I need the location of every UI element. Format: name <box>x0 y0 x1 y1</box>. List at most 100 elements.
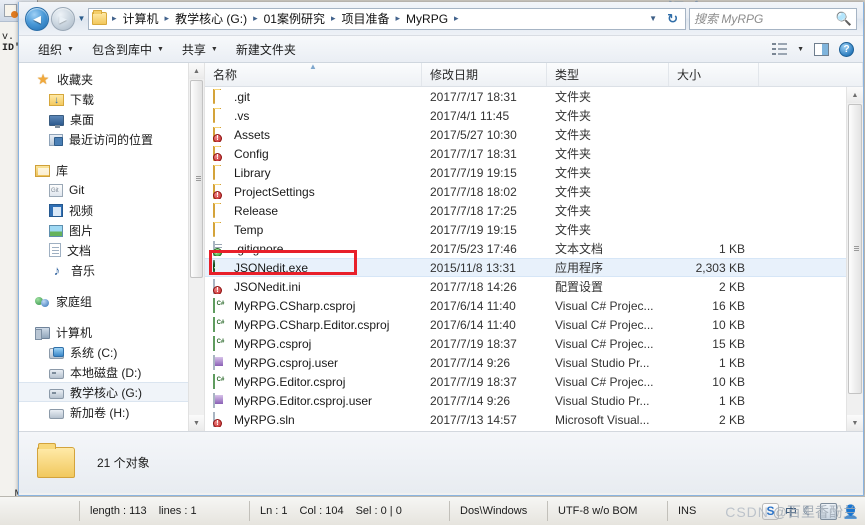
pictures-library-icon <box>49 225 63 237</box>
preview-pane-button[interactable] <box>809 41 834 58</box>
keyboard-icon[interactable] <box>819 502 837 520</box>
file-size-cell: 15 KB <box>712 336 745 351</box>
column-header-date[interactable]: 修改日期 <box>422 63 547 86</box>
breadcrumb-item-0[interactable]: 计算机 <box>120 9 162 28</box>
ime-mode-label[interactable]: 中 <box>785 503 797 520</box>
table-row[interactable]: MyRPG.Editor.csproj.user 2017/7/14 9:26 … <box>205 391 846 410</box>
sidebar-item-favorites[interactable]: ★ 收藏夹 <box>19 69 204 89</box>
status-insert-mode[interactable]: INS <box>668 501 726 521</box>
table-row[interactable]: .gitignore 2017/5/23 17:46 文本文档 1 KB <box>205 239 846 258</box>
file-name: MyRPG.csproj.user <box>234 355 339 370</box>
csproj-icon <box>213 336 228 351</box>
column-header-name[interactable]: ▲ 名称 <box>205 63 422 86</box>
moon-icon[interactable]: ☾ <box>803 504 814 518</box>
scroll-up-icon[interactable]: ▲ <box>847 87 863 103</box>
scroll-down-icon[interactable]: ▼ <box>189 415 204 431</box>
file-type-cell: Visual C# Projec... <box>555 336 654 351</box>
scroll-down-icon[interactable]: ▼ <box>847 415 863 431</box>
person-icon[interactable]: 👤 <box>843 503 859 520</box>
file-name-cell: MyRPG.csproj <box>205 336 422 351</box>
address-input[interactable]: ▸ 计算机 ▸ 教学核心 (G:) ▸ 01案例研究 ▸ 项目准备 ▸ MyRP… <box>88 7 686 30</box>
share-button[interactable]: 共享 ▼ <box>173 38 227 61</box>
table-row[interactable]: Release 2017/7/18 17:25 文件夹 <box>205 201 846 220</box>
search-box[interactable]: 搜索 MyRPG 🔍 <box>689 7 857 30</box>
column-header-size[interactable]: 大小 <box>669 63 759 86</box>
table-row[interactable]: JSONedit.ini 2017/7/18 14:26 配置设置 2 KB <box>205 277 846 296</box>
sln-icon <box>213 412 228 427</box>
table-row[interactable]: README.md 2017/3/31 10:13 MD 文件 1 KB <box>205 429 846 431</box>
file-date-cell: 2017/7/18 18:02 <box>430 184 517 199</box>
table-row[interactable]: MyRPG.sln 2017/7/13 14:57 Microsoft Visu… <box>205 410 846 429</box>
file-type-cell: 文件夹 <box>555 147 592 161</box>
change-view-button[interactable] <box>767 41 792 57</box>
table-row[interactable]: .vs 2017/4/1 11:45 文件夹 <box>205 106 846 125</box>
organize-button[interactable]: 组织 ▼ <box>29 38 83 61</box>
table-row[interactable]: Temp 2017/7/19 19:15 文件夹 <box>205 220 846 239</box>
status-ln-label: Ln : 1 <box>260 505 288 517</box>
refresh-icon[interactable]: ↻ <box>662 11 683 27</box>
download-folder-icon <box>49 94 64 107</box>
help-button[interactable]: ? <box>834 40 859 59</box>
table-row[interactable]: MyRPG.CSharp.csproj 2017/6/14 11:40 Visu… <box>205 296 846 315</box>
explorer-status-bar: 21 个对象 <box>19 431 863 493</box>
table-row-jsonedit-exe[interactable]: JSONedit.exe 2015/11/8 13:31 应用程序 2,303 … <box>205 258 846 277</box>
sogou-ime-icon[interactable] <box>762 502 780 520</box>
table-row[interactable]: MyRPG.csproj 2017/7/19 18:37 Visual C# P… <box>205 334 846 353</box>
forward-button[interactable]: ► <box>51 6 75 31</box>
sidebar-item-pictures[interactable]: 图片 <box>19 220 204 240</box>
table-row[interactable]: Library 2017/7/19 19:15 文件夹 <box>205 163 846 182</box>
file-name: .git <box>234 89 251 104</box>
sidebar-item-drive-c[interactable]: 系统 (C:) <box>19 342 204 362</box>
sidebar-item-homegroup[interactable]: 家庭组 <box>19 291 204 311</box>
sidebar-item-videos[interactable]: 视频 <box>19 200 204 220</box>
table-row[interactable]: MyRPG.CSharp.Editor.csproj 2017/6/14 11:… <box>205 315 846 334</box>
breadcrumb-item-4[interactable]: MyRPG <box>403 11 451 27</box>
table-row[interactable]: Config 2017/7/17 18:31 文件夹 <box>205 144 846 163</box>
chevron-down-icon: ▼ <box>67 45 74 53</box>
sidebar-item-desktop[interactable]: 桌面 <box>19 109 204 129</box>
search-input[interactable]: 搜索 MyRPG <box>694 10 836 27</box>
system-drive-icon <box>49 346 64 359</box>
sidebar-item-music[interactable]: ♪ 音乐 <box>19 260 204 280</box>
git-library-icon <box>49 184 63 197</box>
include-in-library-button[interactable]: 包含到库中 ▼ <box>83 38 173 61</box>
sidebar-item-git[interactable]: Git <box>19 180 204 200</box>
file-list-scrollbar[interactable]: ▲ ▼ <box>846 87 863 431</box>
table-row[interactable]: Assets 2017/5/27 10:30 文件夹 <box>205 125 846 144</box>
file-date-cell: 2015/11/8 13:31 <box>430 260 516 275</box>
new-folder-label: 新建文件夹 <box>235 42 296 57</box>
status-eol-format[interactable]: Dos\Windows <box>450 501 548 521</box>
sidebar-scrollbar-thumb[interactable] <box>190 80 203 278</box>
sidebar-item-drive-g[interactable]: 教学核心 (G:) <box>19 382 204 402</box>
history-dropdown-button[interactable]: ▼ <box>75 14 88 23</box>
csproj-icon <box>213 374 228 389</box>
sidebar-item-drive-d[interactable]: 本地磁盘 (D:) <box>19 362 204 382</box>
breadcrumb-item-3[interactable]: 项目准备 <box>339 9 393 28</box>
view-dropdown-button[interactable]: ▼ <box>792 44 809 55</box>
sidebar-item-documents[interactable]: 文档 <box>19 240 204 260</box>
back-button[interactable]: ◄ <box>25 6 49 31</box>
nav-group-homegroup: 家庭组 <box>19 291 204 311</box>
sidebar-item-libraries[interactable]: 库 <box>19 160 204 180</box>
sidebar-item-recent-places[interactable]: 最近访问的位置 <box>19 129 204 149</box>
table-row[interactable]: MyRPG.Editor.csproj 2017/7/19 18:37 Visu… <box>205 372 846 391</box>
file-list-scrollbar-thumb[interactable] <box>848 104 862 394</box>
status-encoding[interactable]: UTF-8 w/o BOM <box>548 501 668 521</box>
column-header-type[interactable]: 类型 <box>547 63 669 86</box>
file-type-cell: MD 文件 <box>547 430 669 431</box>
chevron-down-icon[interactable]: ▼ <box>644 14 662 23</box>
file-name: .vs <box>234 108 250 123</box>
organize-label: 组织 <box>38 42 63 57</box>
table-row[interactable]: ProjectSettings 2017/7/18 18:02 文件夹 <box>205 182 846 201</box>
sidebar-scrollbar[interactable]: ▲ ▼ <box>188 63 204 431</box>
sidebar-item-downloads[interactable]: 下载 <box>19 89 204 109</box>
sidebar-item-drive-h[interactable]: 新加卷 (H:) <box>19 402 204 422</box>
breadcrumb-item-1[interactable]: 教学核心 (G:) <box>172 9 250 28</box>
sidebar-item-computer[interactable]: 计算机 <box>19 322 204 342</box>
table-row[interactable]: .git 2017/7/17 18:31 文件夹 <box>205 87 846 106</box>
scroll-up-icon[interactable]: ▲ <box>189 63 204 79</box>
homegroup-icon <box>35 295 50 308</box>
breadcrumb-item-2[interactable]: 01案例研究 <box>261 9 328 28</box>
new-folder-button[interactable]: 新建文件夹 <box>227 38 305 61</box>
table-row[interactable]: MyRPG.csproj.user 2017/7/14 9:26 Visual … <box>205 353 846 372</box>
